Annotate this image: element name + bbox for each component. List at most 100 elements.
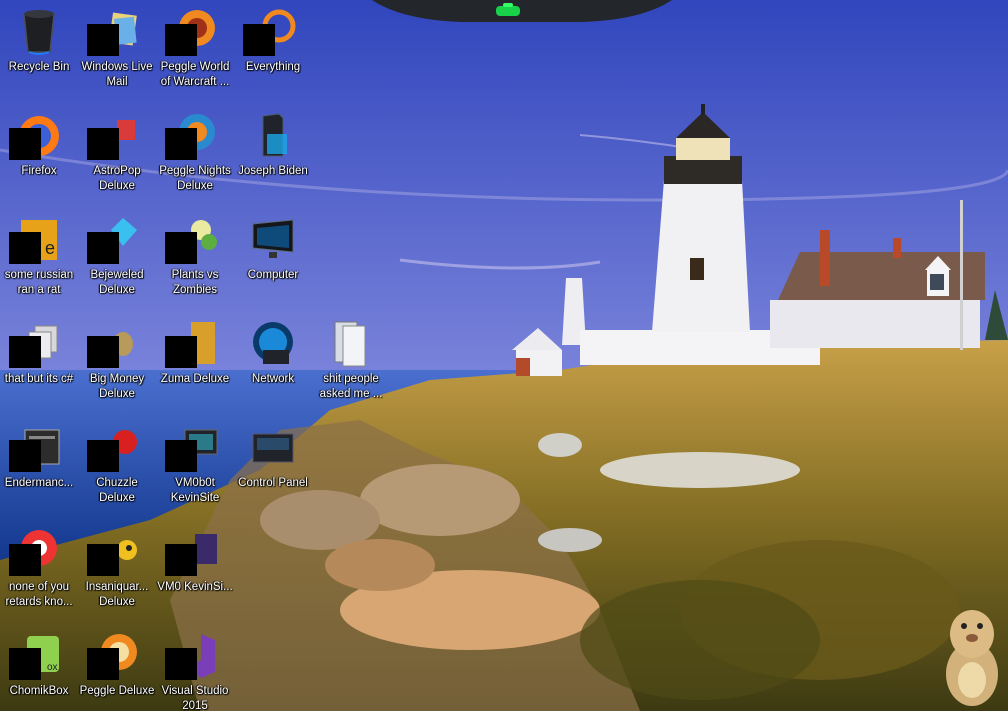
insaniquarium-icon bbox=[87, 528, 141, 576]
redaction-box bbox=[243, 24, 275, 56]
desktop-icon[interactable]: ox ChomikBox bbox=[0, 628, 78, 724]
firefox-icon bbox=[9, 112, 63, 160]
redaction-box bbox=[9, 128, 41, 160]
redaction-box bbox=[165, 336, 197, 368]
gopher-desktop-pet bbox=[946, 610, 998, 706]
computer-icon bbox=[249, 216, 297, 264]
icon-label: Peggle Nights Deluxe bbox=[159, 165, 231, 192]
desktop-icon[interactable]: Peggle Nights Deluxe bbox=[156, 108, 234, 204]
icon-label: Big Money Deluxe bbox=[89, 373, 145, 400]
redaction-box bbox=[87, 128, 119, 160]
redaction-box bbox=[9, 232, 41, 264]
desktop-icon[interactable]: Insaniquar... Deluxe bbox=[78, 524, 156, 620]
redaction-box bbox=[165, 24, 197, 56]
zuma-icon bbox=[165, 320, 219, 368]
monitor-icon bbox=[165, 424, 219, 472]
icon-label: Chuzzle Deluxe bbox=[96, 477, 138, 504]
desktop-icon[interactable]: Recycle Bin bbox=[0, 4, 78, 100]
redaction-box bbox=[87, 648, 119, 680]
icon-label: that but its c# bbox=[4, 373, 74, 385]
desktop-icon[interactable]: Peggle Deluxe bbox=[78, 628, 156, 724]
desktop-icon[interactable]: Joseph Biden bbox=[234, 108, 312, 204]
desktop-icon[interactable]: Plants vs Zombies bbox=[156, 212, 234, 308]
desktop-icon[interactable]: Windows Live Mail bbox=[78, 4, 156, 100]
icon-label: ChomikBox bbox=[9, 685, 69, 697]
icon-label: Windows Live Mail bbox=[81, 61, 153, 88]
icon-label: none of you retards kno... bbox=[5, 581, 73, 608]
desktop-icon[interactable]: shit people asked me ... bbox=[312, 316, 390, 412]
redaction-box bbox=[165, 648, 197, 680]
plant-icon bbox=[165, 216, 219, 264]
desktop-icon[interactable]: Bejeweled Deluxe bbox=[78, 212, 156, 308]
desktop-icon[interactable]: Big Money Deluxe bbox=[78, 316, 156, 412]
game-icon bbox=[87, 112, 141, 160]
desktop-icon[interactable]: Chuzzle Deluxe bbox=[78, 420, 156, 516]
icon-label: VM0 KevinSi... bbox=[157, 581, 233, 593]
desktop-icon[interactable]: Visual Studio 2015 bbox=[156, 628, 234, 724]
recycle-bin-icon bbox=[15, 8, 63, 56]
icon-label: Computer bbox=[247, 269, 299, 281]
desktop-icon[interactable]: Control Panel bbox=[234, 420, 312, 516]
redaction-box bbox=[87, 544, 119, 576]
folder-icon bbox=[327, 320, 375, 368]
redaction-box bbox=[9, 544, 41, 576]
icon-label: Recycle Bin bbox=[8, 61, 70, 73]
peggle-icon bbox=[165, 8, 219, 56]
user-folder-icon bbox=[249, 112, 297, 160]
icon-label: Zuma Deluxe bbox=[160, 373, 230, 385]
desktop-icon[interactable]: that but its c# bbox=[0, 316, 78, 412]
icon-label: VM0b0t KevinSite bbox=[170, 477, 220, 504]
redaction-box bbox=[9, 336, 41, 368]
redaction-box bbox=[9, 440, 41, 472]
icon-label: Joseph Biden bbox=[238, 165, 308, 177]
icon-label: shit people asked me ... bbox=[319, 373, 383, 400]
icon-label: Insaniquar... Deluxe bbox=[85, 581, 149, 608]
desktop-icon[interactable]: Endermanc... bbox=[0, 420, 78, 516]
search-icon bbox=[243, 8, 297, 56]
mail-icon bbox=[87, 8, 141, 56]
chrome-icon bbox=[9, 528, 63, 576]
monitor-icon bbox=[165, 528, 219, 576]
desktop-icon[interactable]: VM0b0t KevinSite bbox=[156, 420, 234, 516]
icon-label: Everything bbox=[245, 61, 301, 73]
redaction-box bbox=[165, 232, 197, 264]
icon-label: Endermanc... bbox=[4, 477, 74, 489]
redaction-box bbox=[87, 24, 119, 56]
redaction-box bbox=[87, 336, 119, 368]
chomikbox-icon: ox bbox=[9, 632, 63, 680]
icon-label: AstroPop Deluxe bbox=[93, 165, 141, 192]
desktop-icon[interactable]: Zuma Deluxe bbox=[156, 316, 234, 412]
chuzzle-icon bbox=[87, 424, 141, 472]
desktop-icon[interactable]: AstroPop Deluxe bbox=[78, 108, 156, 204]
icon-label: Bejeweled Deluxe bbox=[90, 269, 144, 296]
redaction-box bbox=[165, 128, 197, 160]
icon-label: Peggle World of Warcraft ... bbox=[160, 61, 230, 88]
icon-label: Peggle Deluxe bbox=[79, 685, 155, 697]
icon-label: Plants vs Zombies bbox=[171, 269, 219, 296]
peggle-icon bbox=[165, 112, 219, 160]
desktop-icon[interactable]: Everything bbox=[234, 4, 312, 100]
gem-icon bbox=[87, 216, 141, 264]
desktop-icon[interactable]: VM0 KevinSi... bbox=[156, 524, 234, 620]
redaction-box bbox=[165, 440, 197, 472]
desktop-icon[interactable]: none of you retards kno... bbox=[0, 524, 78, 620]
network-icon bbox=[249, 320, 297, 368]
desktop-icon[interactable]: Peggle World of Warcraft ... bbox=[156, 4, 234, 100]
icon-label: Control Panel bbox=[238, 477, 308, 489]
icon-label: some russian ran a rat bbox=[4, 269, 74, 296]
control-panel-icon bbox=[249, 424, 297, 472]
desktop-icon[interactable]: Firefox bbox=[0, 108, 78, 204]
svg-text:e: e bbox=[45, 238, 55, 258]
redaction-box bbox=[165, 544, 197, 576]
icon-label: Network bbox=[251, 373, 295, 385]
desktop-icon[interactable]: Computer bbox=[234, 212, 312, 308]
icon-label: Visual Studio 2015 bbox=[161, 685, 229, 712]
redaction-box bbox=[87, 440, 119, 472]
desktop: Recycle Bin Firefox e some russian ran a… bbox=[0, 0, 1008, 712]
redaction-box bbox=[9, 648, 41, 680]
money-bag-icon bbox=[87, 320, 141, 368]
icon-label: Firefox bbox=[21, 165, 57, 177]
desktop-icon[interactable]: e some russian ran a rat bbox=[0, 212, 78, 308]
svg-text:ox: ox bbox=[47, 662, 58, 673]
desktop-icon[interactable]: Network bbox=[234, 316, 312, 412]
